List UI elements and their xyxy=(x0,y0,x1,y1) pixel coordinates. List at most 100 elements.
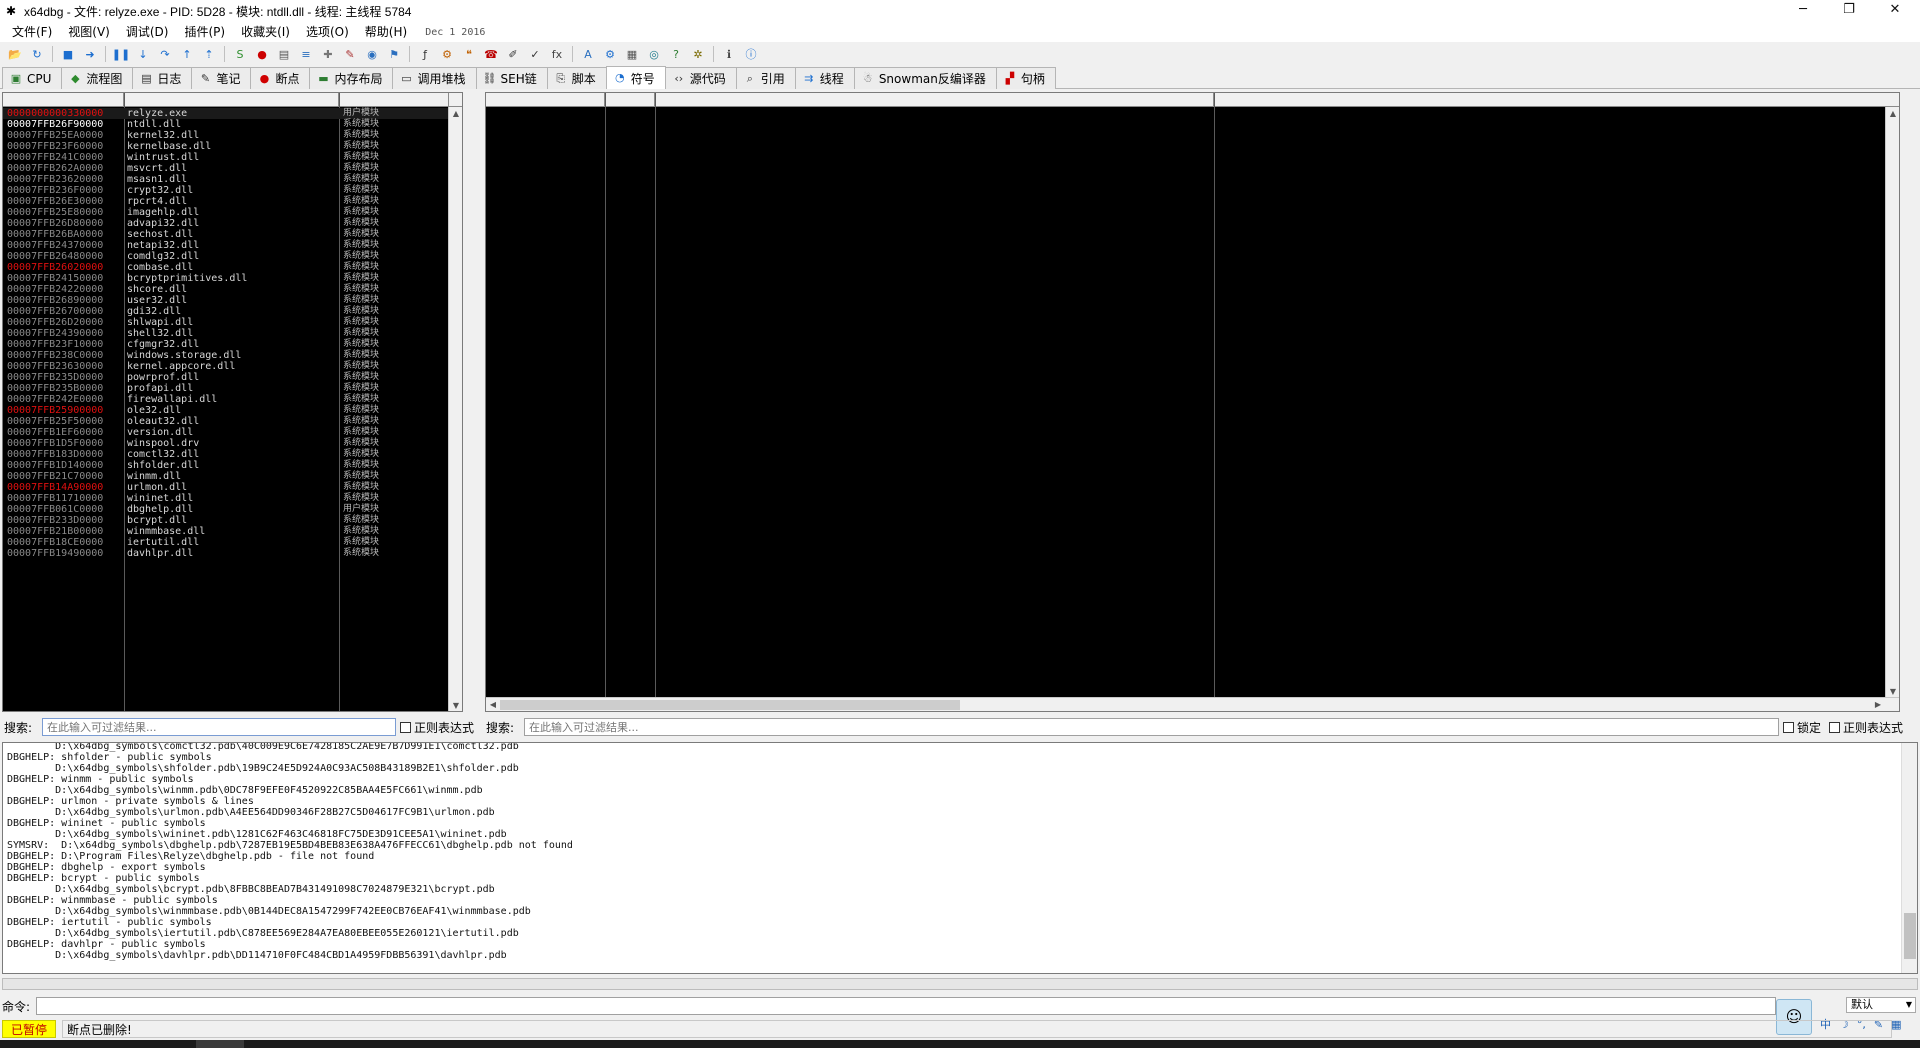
patch-icon[interactable]: ✚ xyxy=(319,45,337,63)
tab-script[interactable]: ⎘ 脚本 xyxy=(546,67,607,89)
module-row[interactable]: 00007FFB1EF60000 version.dll 系统模块 xyxy=(3,427,462,438)
tab-symbols[interactable]: ◔ 符号 xyxy=(605,66,666,89)
regex-checkbox-left[interactable]: 正则表达式 xyxy=(400,719,474,736)
plugin-icon[interactable]: ✲ xyxy=(689,45,707,63)
step-into-icon[interactable]: ↓ xyxy=(134,45,152,63)
modules-list[interactable]: 0000000000330000 relyze.exe 用户模块 00007FFB26… xyxy=(2,92,463,712)
run-icon[interactable]: ➜ xyxy=(81,45,99,63)
helpdesk-icon[interactable]: ? xyxy=(667,45,685,63)
module-row[interactable]: 00007FFB19490000 davhlpr.dll 系统模块 xyxy=(3,548,462,559)
module-row[interactable]: 00007FFB236F0000 crypt32.dll 系统模块 xyxy=(3,185,462,196)
restore-button[interactable]: ❐ xyxy=(1826,0,1872,22)
scylla-icon[interactable]: S xyxy=(231,45,249,63)
callstack-icon[interactable]: ≡ xyxy=(297,45,315,63)
tab-breakpoint-dot[interactable]: ● 断点 xyxy=(250,67,311,89)
module-row[interactable]: 0000000000330000 relyze.exe 用户模块 xyxy=(3,108,462,119)
tab-snowman[interactable]: ☃ Snowman反编译器 xyxy=(853,67,997,89)
symbols-list[interactable]: ▲ ▼ ◀ ▶ xyxy=(485,92,1900,712)
module-row[interactable]: 00007FFB262A0000 msvcrt.dll 系统模块 xyxy=(3,163,462,174)
stop-icon[interactable]: ■ xyxy=(59,45,77,63)
menu-plugins[interactable]: 插件(P) xyxy=(176,22,233,42)
regex-checkbox-right[interactable]: 正则表达式 xyxy=(1829,719,1903,736)
header-module-column[interactable] xyxy=(124,93,339,107)
module-row[interactable]: 00007FFB25E80000 imagehlp.dll 系统模块 xyxy=(3,207,462,218)
mark-icon[interactable]: ✓ xyxy=(526,45,544,63)
module-row[interactable]: 00007FFB25900000 ole32.dll 系统模块 xyxy=(3,405,462,416)
tab-callstack[interactable]: ▭ 调用堆栈 xyxy=(392,67,477,89)
bookmark-icon[interactable]: ⚑ xyxy=(385,45,403,63)
log-scrollbar[interactable] xyxy=(1901,743,1917,973)
minimize-button[interactable]: ─ xyxy=(1780,0,1826,22)
module-row[interactable]: 00007FFB26890000 user32.dll 系统模块 xyxy=(3,295,462,306)
module-row[interactable]: 00007FFB18CE0000 iertutil.dll 系统模块 xyxy=(3,537,462,548)
module-row[interactable]: 00007FFB23630000 kernel.appcore.dll 系统模块 xyxy=(3,361,462,372)
tab-handles[interactable]: ▞ 句柄 xyxy=(995,67,1056,89)
tab-references[interactable]: ⌕ 引用 xyxy=(735,67,796,89)
header-type-column[interactable] xyxy=(605,93,655,107)
module-row[interactable]: 00007FFB26020000 combase.dll 系统模块 xyxy=(3,262,462,273)
module-row[interactable]: 00007FFB235D0000 powrprof.dll 系统模块 xyxy=(3,372,462,383)
menu-favourites[interactable]: 收藏夹(I) xyxy=(233,22,298,42)
module-row[interactable]: 00007FFB24390000 shell32.dll 系统模块 xyxy=(3,328,462,339)
calculator-icon[interactable]: ▦ xyxy=(623,45,641,63)
module-row[interactable]: 00007FFB235B0000 profapi.dll 系统模块 xyxy=(3,383,462,394)
module-row[interactable]: 00007FFB26700000 gdi32.dll 系统模块 xyxy=(3,306,462,317)
modules-scrollbar[interactable]: ▲ ▼ xyxy=(448,107,462,711)
module-row[interactable]: 00007FFB25F50000 oleaut32.dll 系统模块 xyxy=(3,416,462,427)
module-row[interactable]: 00007FFB233D0000 bcrypt.dll 系统模块 xyxy=(3,515,462,526)
module-row[interactable]: 00007FFB061C0000 dbghelp.dll 用户模块 xyxy=(3,504,462,515)
header-base-column[interactable] xyxy=(3,93,124,107)
tab-notes[interactable]: ✎ 笔记 xyxy=(191,67,252,89)
formula-icon[interactable]: fx xyxy=(548,45,566,63)
variables-icon[interactable]: ⚙ xyxy=(438,45,456,63)
module-row[interactable]: 00007FFB238C0000 windows.storage.dll 系统模块 xyxy=(3,350,462,361)
run-to-user-code-icon[interactable]: ⇡ xyxy=(200,45,218,63)
tab-threads[interactable]: ⇉ 线程 xyxy=(794,67,855,89)
module-row[interactable]: 00007FFB183D0000 comctl32.dll 系统模块 xyxy=(3,449,462,460)
scroll-down-icon[interactable]: ▼ xyxy=(449,699,462,711)
ime-mode-select[interactable]: 默认 ▼ xyxy=(1846,997,1916,1013)
module-row[interactable]: 00007FFB25EA0000 kernel32.dll 系统模块 xyxy=(3,130,462,141)
symbol-search-input[interactable] xyxy=(524,718,1780,736)
module-row[interactable]: 00007FFB11710000 wininet.dll 系统模块 xyxy=(3,493,462,504)
module-row[interactable]: 00007FFB21C70000 winmm.dll 系统模块 xyxy=(3,471,462,482)
hscroll-thumb[interactable] xyxy=(500,700,960,710)
menu-view[interactable]: 视图(V) xyxy=(60,22,118,42)
menu-debug[interactable]: 调试(D) xyxy=(118,22,177,42)
about-icon[interactable]: ℹ xyxy=(720,45,738,63)
comment-icon[interactable]: ✎ xyxy=(341,45,359,63)
highlight-icon[interactable]: ✐ xyxy=(504,45,522,63)
module-row[interactable]: 00007FFB23F10000 cfgmgr32.dll 系统模块 xyxy=(3,339,462,350)
symbols-hscrollbar[interactable]: ◀ ▶ xyxy=(486,697,1899,711)
module-row[interactable]: 00007FFB24150000 bcryptprimitives.dll 系统模块 xyxy=(3,273,462,284)
module-row[interactable]: 00007FFB242E0000 firewallapi.dll 系统模块 xyxy=(3,394,462,405)
breakpoint-icon[interactable]: ● xyxy=(253,45,271,63)
module-row[interactable]: 00007FFB14A90000 urlmon.dll 系统模块 xyxy=(3,482,462,493)
info-icon[interactable]: ⓘ xyxy=(742,45,760,63)
module-row[interactable]: 00007FFB1D5F0000 winspool.drv 系统模块 xyxy=(3,438,462,449)
step-over-icon[interactable]: ↷ xyxy=(156,45,174,63)
log-scroll-thumb[interactable] xyxy=(1904,913,1916,959)
header-symbol-column[interactable] xyxy=(655,93,1214,107)
module-row[interactable]: 00007FFB23F60000 kernelbase.dll 系统模块 xyxy=(3,141,462,152)
network-icon[interactable]: ◎ xyxy=(645,45,663,63)
module-row[interactable]: 00007FFB26BA0000 sechost.dll 系统模块 xyxy=(3,229,462,240)
command-input[interactable] xyxy=(36,997,1776,1015)
module-row[interactable]: 00007FFB26D20000 shlwapi.dll 系统模块 xyxy=(3,317,462,328)
restart-icon[interactable]: ↻ xyxy=(28,45,46,63)
header-party-column[interactable] xyxy=(339,93,449,107)
module-row[interactable]: 00007FFB26D80000 advapi32.dll 系统模块 xyxy=(3,218,462,229)
calls-icon[interactable]: ☎ xyxy=(482,45,500,63)
strings-icon[interactable]: ❝ xyxy=(460,45,478,63)
open-icon[interactable]: 📂 xyxy=(6,45,24,63)
scroll-up-icon[interactable]: ▲ xyxy=(449,107,462,121)
module-row[interactable]: 00007FFB26F90000 ntdll.dll 系统模块 xyxy=(3,119,462,130)
pause-icon[interactable]: ❚❚ xyxy=(112,45,130,63)
scroll-up-icon[interactable]: ▲ xyxy=(1886,107,1899,121)
module-row[interactable]: 00007FFB26E30000 rpcrt4.dll 系统模块 xyxy=(3,196,462,207)
settings-icon[interactable]: ⚙ xyxy=(601,45,619,63)
tab-seh[interactable]: ⛓ SEH链 xyxy=(475,67,548,89)
menu-options[interactable]: 选项(O) xyxy=(298,22,357,42)
module-row[interactable]: 00007FFB26480000 comdlg32.dll 系统模块 xyxy=(3,251,462,262)
menu-help[interactable]: 帮助(H) xyxy=(357,22,415,42)
